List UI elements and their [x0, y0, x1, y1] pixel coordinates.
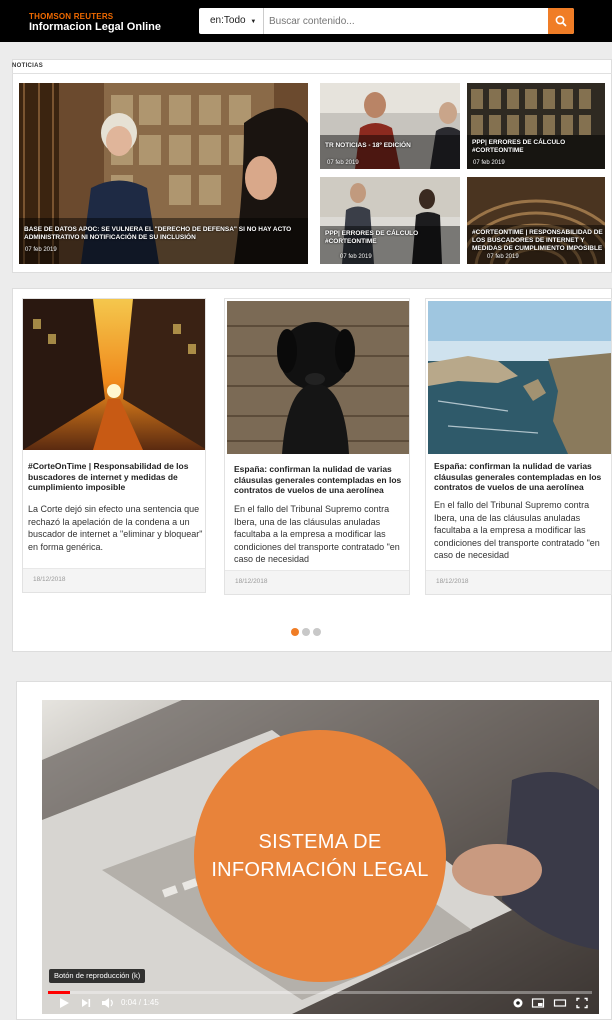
article-card[interactable]: España: confirman la nulidad de varias c…: [224, 298, 410, 595]
news-tile-caption: BASE DE DATOS APOC: SE VULNERA EL "DEREC…: [24, 226, 292, 241]
video-time: 0:04 / 1:45: [121, 998, 159, 1007]
news-tile[interactable]: PPP| ERRORES DE CÁLCULO #CORTEONTIME 07 …: [320, 177, 460, 264]
settings-icon[interactable]: [511, 995, 525, 1011]
news-tile[interactable]: TR NOTICIAS - 18º EDICIÓN 07 feb 2019: [320, 83, 460, 169]
brand-top: THOMSON REUTERS: [29, 12, 114, 21]
news-photo: [320, 83, 460, 169]
article-date: 18/12/2018: [436, 578, 469, 585]
news-tile-caption: TR NOTICIAS - 18º EDICIÓN: [325, 142, 411, 149]
fullscreen-icon[interactable]: [575, 995, 589, 1011]
article-date: 18/12/2018: [235, 578, 268, 585]
next-icon[interactable]: [80, 995, 92, 1011]
article-footer: 18/12/2018: [426, 570, 611, 594]
article-image: [428, 301, 611, 454]
article-summary: En el fallo del Tribunal Supremo contra …: [434, 500, 600, 561]
article-title[interactable]: España: confirman la nulidad de varias c…: [234, 464, 410, 496]
news-photo: [320, 177, 460, 264]
brand-name[interactable]: Informacion Legal Online: [29, 21, 161, 33]
theater-mode-icon[interactable]: [553, 995, 567, 1011]
miniplayer-icon[interactable]: [531, 995, 545, 1011]
news-tile[interactable]: #CORTEONTIME | RESPONSABILIDAD DE LOS BU…: [467, 177, 605, 264]
video-progress-bar[interactable]: [48, 991, 592, 994]
news-tile-date: 07 feb 2019: [473, 160, 505, 166]
article-footer: 18/12/2018: [225, 570, 409, 594]
news-tile-date: 07 feb 2019: [487, 254, 519, 260]
news-tile-main[interactable]: BASE DE DATOS APOC: SE VULNERA EL "DEREC…: [19, 83, 308, 264]
article-summary: En el fallo del Tribunal Supremo contra …: [234, 504, 400, 565]
play-tooltip: Botón de reproducción (k): [49, 969, 146, 983]
article-date: 18/12/2018: [33, 576, 66, 583]
search-icon: [555, 15, 567, 27]
scope-label: en:Todo: [210, 15, 246, 26]
article-title[interactable]: España: confirman la nulidad de varias c…: [434, 461, 610, 493]
news-tile-caption: PPP| ERRORES DE CÁLCULO #CORTEONTIME: [325, 230, 419, 245]
search-input[interactable]: [269, 8, 545, 34]
play-icon[interactable]: [58, 995, 70, 1011]
news-tile-date: 07 feb 2019: [25, 247, 57, 253]
article-image: [227, 301, 409, 454]
article-summary: La Corte dejó sin efecto una sentencia q…: [28, 504, 203, 552]
carousel-pagination: [291, 623, 324, 641]
news-section-title: NOTICIAS: [12, 63, 44, 69]
top-header: THOMSON REUTERS Informacion Legal Online…: [0, 0, 612, 42]
caret-down-icon: ▼: [250, 19, 257, 25]
news-tile-caption: PPP| ERRORES DE CÁLCULO #CORTEONTIME: [472, 139, 566, 154]
news-tile-date: 07 feb 2019: [327, 160, 359, 166]
video-progress-fill: [48, 991, 70, 994]
article-footer: 18/12/2018: [23, 568, 205, 592]
video-title-overlay: SISTEMA DE INFORMACIÓN LEGAL: [211, 831, 429, 881]
article-title[interactable]: #CorteOnTime | Responsabilidad de los bu…: [28, 461, 204, 493]
search-bar: en:Todo ▼: [199, 8, 574, 34]
volume-icon[interactable]: [100, 995, 116, 1011]
news-tile-date: 07 feb 2019: [340, 254, 372, 260]
divider: [12, 73, 612, 74]
carousel-dot[interactable]: [291, 628, 299, 636]
carousel-dot[interactable]: [313, 628, 321, 636]
article-card[interactable]: #CorteOnTime | Responsabilidad de los bu…: [22, 298, 206, 593]
carousel-dot[interactable]: [302, 628, 310, 636]
article-image: [23, 299, 205, 450]
search-button[interactable]: [548, 8, 574, 34]
news-tile[interactable]: PPP| ERRORES DE CÁLCULO #CORTEONTIME 07 …: [467, 83, 605, 169]
news-photo: [467, 83, 605, 169]
scope-dropdown[interactable]: en:Todo ▼: [199, 8, 264, 34]
article-card[interactable]: España: confirman la nulidad de varias c…: [425, 298, 612, 595]
news-tile-caption: #CORTEONTIME | RESPONSABILIDAD DE LOS BU…: [472, 229, 603, 252]
